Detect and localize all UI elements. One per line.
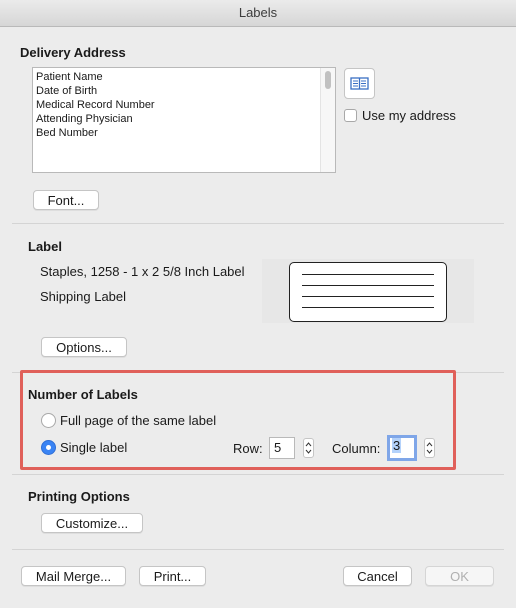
print-button[interactable]: Print... [139, 566, 206, 586]
label-product-name: Staples, 1258 - 1 x 2 5/8 Inch Label [40, 264, 245, 279]
address-line: Patient Name [36, 71, 103, 83]
preview-line [302, 274, 434, 275]
address-book-button[interactable] [344, 68, 375, 99]
preview-line [302, 296, 434, 297]
address-scrollbar[interactable] [320, 68, 335, 172]
address-book-icon [345, 77, 374, 101]
window-title: Labels [238, 5, 278, 20]
customize-button[interactable]: Customize... [41, 513, 143, 533]
address-line: Medical Record Number [36, 99, 155, 111]
highlight-annotation-box [20, 370, 456, 470]
use-my-address-checkbox[interactable] [344, 109, 357, 122]
use-my-address-label: Use my address [362, 108, 456, 123]
cancel-button[interactable]: Cancel [343, 566, 412, 586]
options-button[interactable]: Options... [41, 337, 127, 357]
mail-merge-button[interactable]: Mail Merge... [21, 566, 126, 586]
address-line: Attending Physician [36, 113, 133, 125]
printing-options-heading: Printing Options [28, 489, 130, 504]
preview-line [302, 285, 434, 286]
delivery-address-textarea[interactable]: Patient Name Date of Birth Medical Recor… [32, 67, 336, 173]
scroll-thumb[interactable] [325, 71, 331, 89]
label-preview [289, 262, 447, 322]
label-heading: Label [28, 239, 62, 254]
divider [12, 223, 504, 224]
divider [12, 549, 504, 550]
address-line: Bed Number [36, 127, 98, 139]
address-line: Date of Birth [36, 85, 98, 97]
delivery-address-heading: Delivery Address [20, 45, 126, 60]
preview-line [302, 307, 434, 308]
divider [12, 474, 504, 475]
label-type: Shipping Label [40, 289, 127, 304]
ok-button[interactable]: OK [425, 566, 494, 586]
window-titlebar: Labels [0, 0, 516, 27]
font-button[interactable]: Font... [33, 190, 99, 210]
